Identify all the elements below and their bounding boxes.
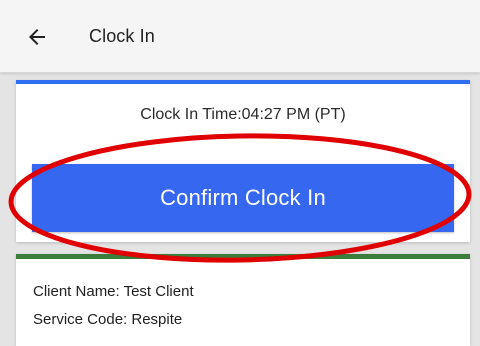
confirm-clock-in-button[interactable]: Confirm Clock In <box>32 164 454 232</box>
clock-in-time: Clock In Time:04:27 PM (PT) <box>140 106 346 123</box>
client-name: Client Name: Test Client <box>33 283 194 300</box>
service-code: Service Code: Respite <box>33 311 183 328</box>
client-info-card: Client Name: Test Client Service Code: R… <box>16 254 470 346</box>
clock-in-card: Clock In Time:04:27 PM (PT) Confirm Cloc… <box>16 80 470 242</box>
page-title: Clock In <box>89 26 155 46</box>
arrow-left-icon[interactable] <box>25 25 49 49</box>
app-header: Clock In <box>0 0 480 73</box>
